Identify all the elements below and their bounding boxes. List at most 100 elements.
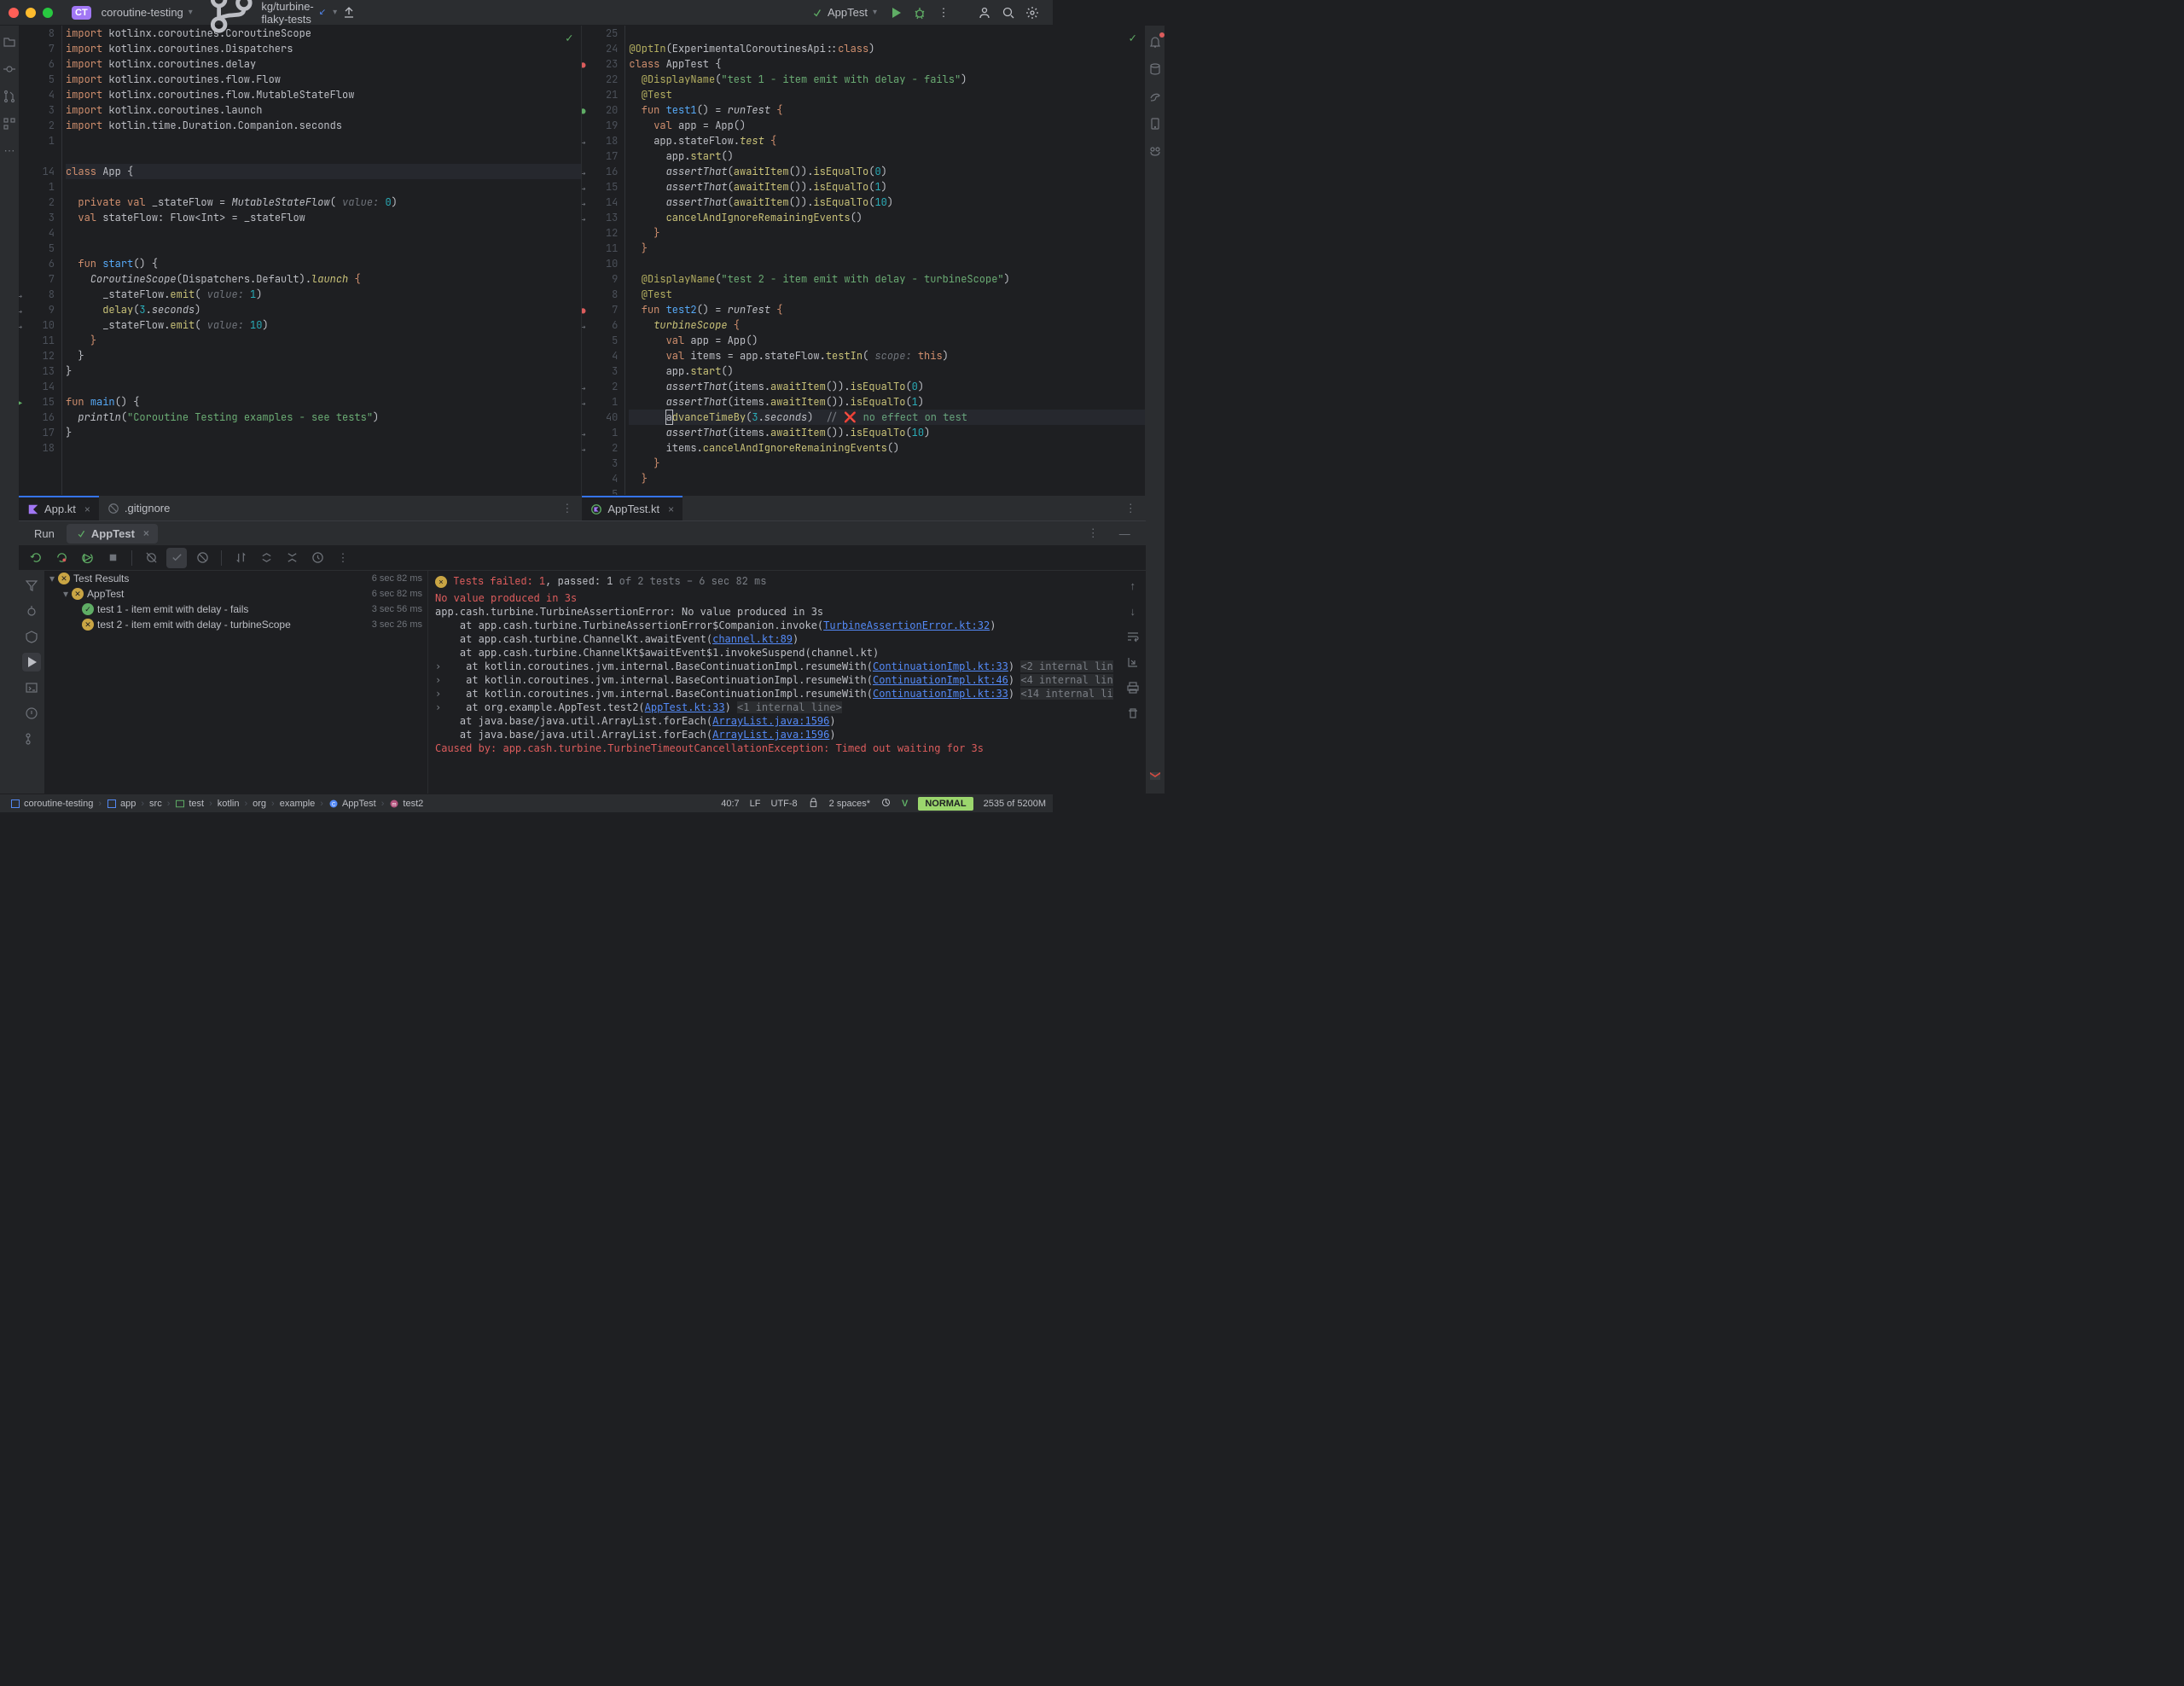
run-icon[interactable] <box>22 653 41 671</box>
tab-apptest-kt[interactable]: AppTest.kt × <box>582 496 682 520</box>
breadcrumb[interactable]: kotlin <box>214 799 243 809</box>
stop-button[interactable] <box>102 548 123 568</box>
close-tab-icon[interactable]: × <box>143 527 149 539</box>
code-content-left[interactable]: import kotlinx.coroutines.CoroutineScope… <box>61 26 581 495</box>
commit-tool-icon[interactable] <box>0 60 19 78</box>
copilot-icon[interactable] <box>1146 142 1165 160</box>
git-status-icon[interactable] <box>880 797 892 811</box>
run-tab-run[interactable]: Run <box>26 524 63 544</box>
caret-position[interactable]: 40:7 <box>721 799 739 809</box>
code-with-me-icon[interactable] <box>973 1 996 25</box>
tree-label: AppTest <box>87 588 124 600</box>
terminal-icon[interactable] <box>22 678 41 697</box>
scroll-to-end-icon[interactable] <box>1124 653 1142 671</box>
hide-panel-icon[interactable]: — <box>1111 527 1139 540</box>
readonly-icon[interactable] <box>808 797 819 811</box>
stack-link[interactable]: TurbineAssertionError.kt:32 <box>823 619 990 631</box>
minimize-window[interactable] <box>26 8 36 18</box>
debug-button[interactable] <box>908 1 932 25</box>
indent-settings[interactable]: 2 spaces* <box>829 799 870 809</box>
coverage-icon[interactable] <box>22 627 41 646</box>
notifications-icon[interactable] <box>1146 32 1165 51</box>
code-editor-right[interactable]: ✓ 25 24 23● 2221 20● 19 18↪ 17 16↪ 15↪ 1… <box>582 26 1144 495</box>
line-separator[interactable]: LF <box>750 799 761 809</box>
tab-label: App.kt <box>44 503 76 515</box>
show-disabled-button[interactable] <box>192 548 212 568</box>
test-tree[interactable]: ▾ ✕ Test Results 6 sec 82 ms ▾ ✕ AppTest… <box>44 571 428 794</box>
vim-icon[interactable]: V <box>902 799 908 809</box>
stack-link[interactable]: ArrayList.java:1596 <box>712 715 829 727</box>
heap-indicator[interactable]: 2535 of 5200M <box>984 799 1046 809</box>
project-selector[interactable]: CT coroutine-testing ▾ <box>65 3 200 23</box>
test-case-2[interactable]: ✕ test 2 - item emit with delay - turbin… <box>44 617 427 632</box>
run-config-selector[interactable]: AppTest ▾ <box>804 3 884 22</box>
toggle-auto-test-button[interactable] <box>77 548 97 568</box>
more-actions-icon[interactable]: ⋮ <box>932 1 956 25</box>
gradle-icon[interactable] <box>1146 87 1165 106</box>
breadcrumb[interactable]: test <box>171 799 207 809</box>
show-passed-button[interactable] <box>141 548 161 568</box>
structure-tool-icon[interactable] <box>0 114 19 133</box>
show-ignored-button[interactable] <box>166 548 187 568</box>
breadcrumb[interactable]: app <box>103 799 139 809</box>
vcs-update-icon[interactable] <box>337 1 361 25</box>
tab-gitignore[interactable]: .gitignore <box>99 496 178 520</box>
breadcrumb[interactable]: src <box>146 799 166 809</box>
history-button[interactable] <box>307 548 328 568</box>
stack-link[interactable]: channel.kt:89 <box>712 633 793 645</box>
file-encoding[interactable]: UTF-8 <box>771 799 798 809</box>
test-case-1[interactable]: ✓ test 1 - item emit with delay - fails … <box>44 602 427 617</box>
project-tool-icon[interactable] <box>0 32 19 51</box>
zoom-window[interactable] <box>43 8 53 18</box>
sort-button[interactable] <box>230 548 251 568</box>
debug-icon[interactable] <box>22 602 41 620</box>
print-icon[interactable] <box>1124 678 1142 697</box>
stack-link[interactable]: ContinuationImpl.kt:33 <box>873 660 1008 672</box>
intention-bulb-icon[interactable]: 💡 <box>624 394 626 410</box>
close-window[interactable] <box>9 8 19 18</box>
breadcrumb[interactable]: mtest2 <box>386 799 427 809</box>
more-toolbar-icon[interactable]: ⋮ <box>333 548 353 568</box>
code-editor-left[interactable]: ✓ 87654321 141234567 8↪ 9↪ 10↪ 11121314 … <box>19 26 581 495</box>
settings-icon[interactable] <box>1020 1 1044 25</box>
run-tab-apptest[interactable]: AppTest × <box>67 524 158 544</box>
breadcrumb[interactable]: CAppTest <box>325 799 380 809</box>
collapse-all-button[interactable] <box>282 548 302 568</box>
problems-icon[interactable] <box>22 704 41 723</box>
search-icon[interactable] <box>996 1 1020 25</box>
more-tools-icon[interactable]: ⋯ <box>0 142 19 160</box>
tab-options-icon[interactable]: ⋮ <box>553 502 581 515</box>
vim-mode-badge: NORMAL <box>918 797 973 811</box>
scroll-down-icon[interactable]: ↓ <box>1124 602 1142 620</box>
breadcrumb[interactable]: example <box>276 799 319 809</box>
filter-tests-icon[interactable] <box>22 576 41 595</box>
stack-link[interactable]: ContinuationImpl.kt:33 <box>873 688 1008 700</box>
test-suite[interactable]: ▾ ✕ AppTest 6 sec 82 ms <box>44 586 427 602</box>
tab-app-kt[interactable]: App.kt × <box>19 496 99 520</box>
expand-all-button[interactable] <box>256 548 276 568</box>
device-icon[interactable] <box>1146 114 1165 133</box>
tree-label: test 2 - item emit with delay - turbineS… <box>97 619 291 631</box>
database-icon[interactable] <box>1146 60 1165 78</box>
version-control-icon[interactable] <box>22 730 41 748</box>
scroll-up-icon[interactable]: ↑ <box>1124 576 1142 595</box>
breadcrumb[interactable]: org <box>249 799 270 809</box>
close-tab-icon[interactable]: × <box>84 503 90 515</box>
close-tab-icon[interactable]: × <box>668 503 674 515</box>
clear-icon[interactable] <box>1124 704 1142 723</box>
run-options-icon[interactable]: ⋮ <box>1079 526 1107 540</box>
pull-requests-icon[interactable] <box>0 87 19 106</box>
rerun-failed-button[interactable] <box>51 548 72 568</box>
console-output[interactable]: ✕ Tests failed: 1, passed: 1 of 2 tests … <box>428 571 1120 794</box>
stack-link[interactable]: AppTest.kt:33 <box>645 701 725 713</box>
breadcrumb[interactable]: coroutine-testing <box>7 799 96 809</box>
soft-wrap-icon[interactable] <box>1124 627 1142 646</box>
code-content-right[interactable]: @OptIn(ExperimentalCoroutinesApi::class)… <box>624 26 1144 495</box>
test-results-root[interactable]: ▾ ✕ Test Results 6 sec 82 ms <box>44 571 427 586</box>
run-button[interactable] <box>884 1 908 25</box>
stack-link[interactable]: ContinuationImpl.kt:46 <box>873 674 1008 686</box>
gmail-icon[interactable] <box>1146 766 1165 785</box>
stack-link[interactable]: ArrayList.java:1596 <box>712 729 829 741</box>
rerun-button[interactable] <box>26 548 46 568</box>
tab-options-icon[interactable]: ⋮ <box>1117 502 1145 515</box>
